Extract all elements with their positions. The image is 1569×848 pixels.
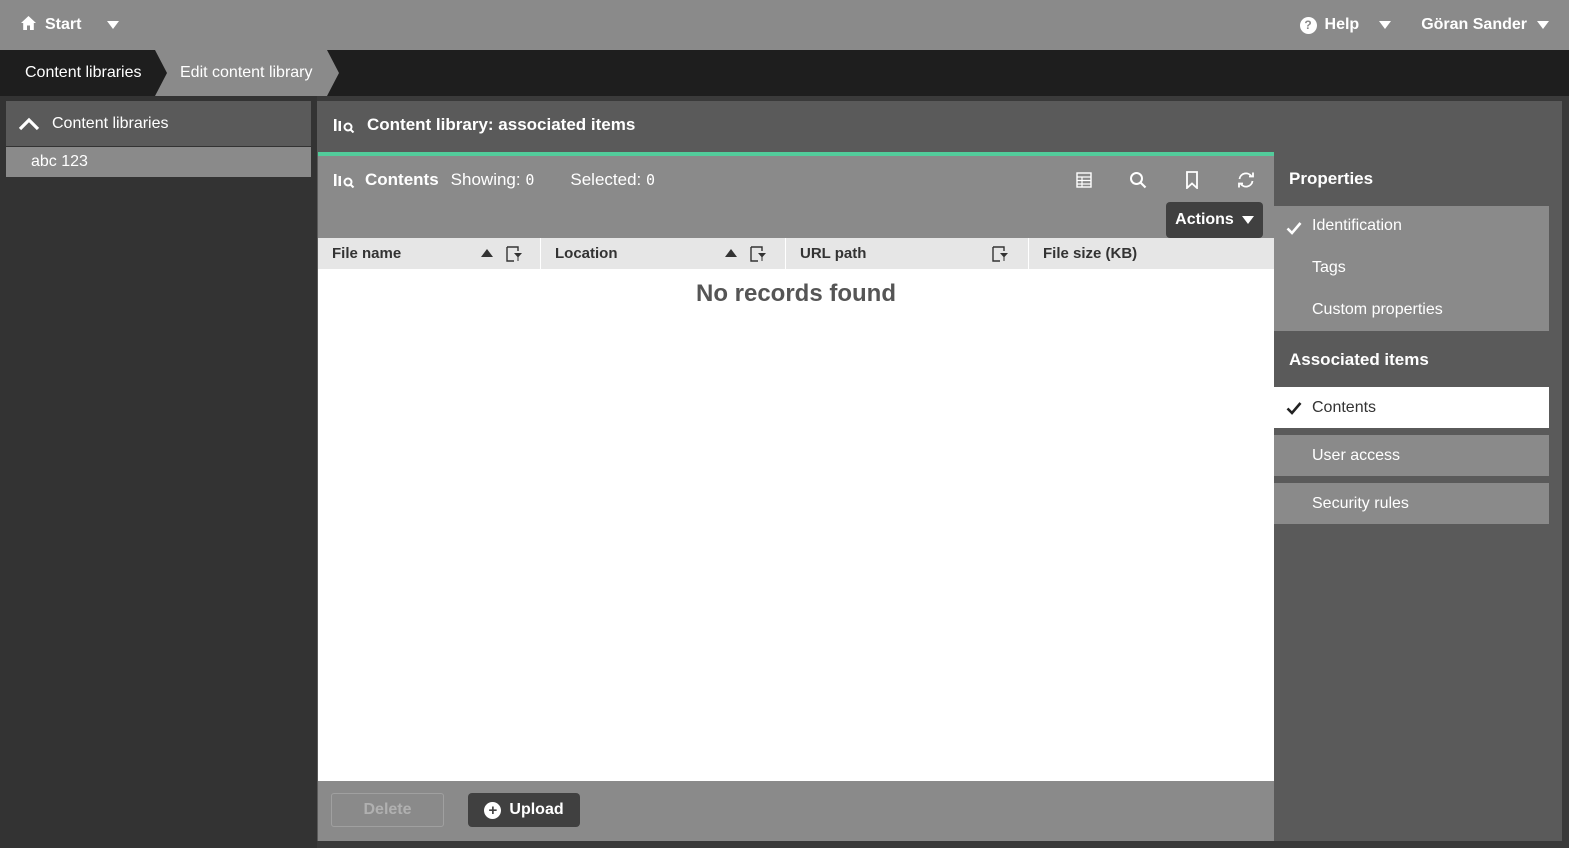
column-filter-icon[interactable] bbox=[991, 245, 1009, 263]
help-label: Help bbox=[1324, 16, 1360, 33]
chevron-down-icon[interactable] bbox=[1379, 21, 1392, 29]
help-menu[interactable]: ? Help bbox=[1299, 16, 1422, 34]
table-header: File name Location URL path File size (K… bbox=[318, 238, 1274, 269]
associated-item-contents[interactable]: Contents bbox=[1274, 387, 1549, 428]
toolbar bbox=[1074, 170, 1256, 190]
properties-header: Properties bbox=[1289, 169, 1374, 188]
column-filter-icon[interactable] bbox=[749, 245, 767, 263]
right-panel: Properties Identification Tags Custom pr… bbox=[1274, 153, 1562, 841]
chevron-down-icon[interactable] bbox=[107, 21, 120, 29]
breadcrumb-edit-content-library[interactable]: Edit content library bbox=[155, 50, 339, 96]
refresh-icon[interactable] bbox=[1236, 170, 1256, 190]
empty-message: No records found bbox=[695, 280, 896, 307]
contents-panel: Contents Showing: 0 Selected: 0 Actions bbox=[318, 156, 1274, 841]
actions-button[interactable]: Actions bbox=[1166, 202, 1263, 238]
sort-asc-icon[interactable] bbox=[481, 249, 493, 257]
selected-label: Selected: bbox=[570, 170, 642, 189]
upload-button[interactable]: + Upload bbox=[468, 793, 580, 827]
associated-item-label: Contents bbox=[1312, 398, 1377, 416]
showing-count: 0 bbox=[525, 171, 535, 189]
sidebar-header-label: Content libraries bbox=[52, 114, 169, 132]
property-identification[interactable]: Identification bbox=[1312, 217, 1402, 235]
actions-label: Actions bbox=[1175, 211, 1234, 228]
column-label: File size (KB) bbox=[1043, 245, 1138, 262]
column-header-location[interactable]: Location bbox=[541, 238, 786, 269]
table-view-icon[interactable] bbox=[1074, 170, 1094, 190]
breadcrumb: Content libraries Edit content library bbox=[0, 50, 1569, 96]
page-title: Content library: associated items bbox=[333, 115, 635, 135]
associated-item-security-rules[interactable]: Security rules bbox=[1274, 483, 1549, 524]
contents-title: Contents bbox=[365, 170, 439, 189]
column-label: URL path bbox=[800, 245, 867, 262]
column-label: File name bbox=[332, 245, 402, 262]
qlik-explore-icon bbox=[334, 174, 355, 188]
contents-table: File name Location URL path File size (K… bbox=[318, 238, 1274, 781]
delete-button[interactable]: Delete bbox=[331, 793, 444, 827]
start-menu[interactable]: Start bbox=[20, 0, 120, 50]
associated-item-label: Security rules bbox=[1312, 494, 1409, 512]
associated-item-label: User access bbox=[1312, 446, 1401, 464]
associated-item-user-access[interactable]: User access bbox=[1274, 435, 1549, 476]
start-label: Start bbox=[45, 16, 82, 33]
breadcrumb-content-libraries[interactable]: Content libraries bbox=[0, 50, 160, 96]
chevron-down-icon bbox=[1241, 216, 1254, 224]
chevron-up-icon bbox=[18, 117, 40, 130]
sort-asc-icon[interactable] bbox=[725, 249, 737, 257]
bookmark-icon[interactable] bbox=[1182, 170, 1202, 190]
search-icon[interactable] bbox=[1128, 170, 1148, 190]
table-footer: Delete + Upload bbox=[318, 781, 1274, 841]
associated-items-header: Associated items bbox=[1289, 350, 1429, 369]
column-header-file-size[interactable]: File size (KB) bbox=[1029, 238, 1274, 269]
checkmark-icon bbox=[1286, 222, 1302, 235]
contents-header: Contents Showing: 0 Selected: 0 bbox=[333, 170, 655, 190]
column-header-url-path[interactable]: URL path bbox=[786, 238, 1029, 269]
left-sidebar: Content libraries abc 123 bbox=[0, 96, 317, 848]
property-custom-properties[interactable]: Custom properties bbox=[1312, 301, 1443, 319]
properties-list: Identification Tags Custom properties bbox=[1274, 206, 1549, 331]
property-tags[interactable]: Tags bbox=[1312, 259, 1346, 277]
page-title-text: Content library: associated items bbox=[367, 115, 636, 134]
chevron-down-icon[interactable] bbox=[1537, 21, 1549, 29]
upload-label: Upload bbox=[509, 801, 564, 818]
user-menu[interactable]: Göran Sander bbox=[1421, 16, 1549, 34]
selected-count: 0 bbox=[646, 171, 656, 189]
help-icon: ? bbox=[1299, 16, 1317, 34]
qlik-explore-icon bbox=[334, 119, 355, 133]
home-icon bbox=[20, 15, 37, 36]
plus-circle-icon: + bbox=[484, 801, 502, 819]
user-name: Göran Sander bbox=[1421, 16, 1527, 33]
checkmark-icon bbox=[1286, 402, 1302, 415]
sidebar-item-abc-123[interactable]: abc 123 bbox=[6, 147, 311, 177]
column-label: Location bbox=[555, 245, 618, 262]
showing-label: Showing: bbox=[450, 170, 521, 189]
column-filter-icon[interactable] bbox=[505, 245, 523, 263]
sidebar-header[interactable]: Content libraries bbox=[6, 101, 311, 146]
column-header-file-name[interactable]: File name bbox=[318, 238, 541, 269]
top-bar: Start ? Help Göran Sander bbox=[0, 0, 1569, 50]
